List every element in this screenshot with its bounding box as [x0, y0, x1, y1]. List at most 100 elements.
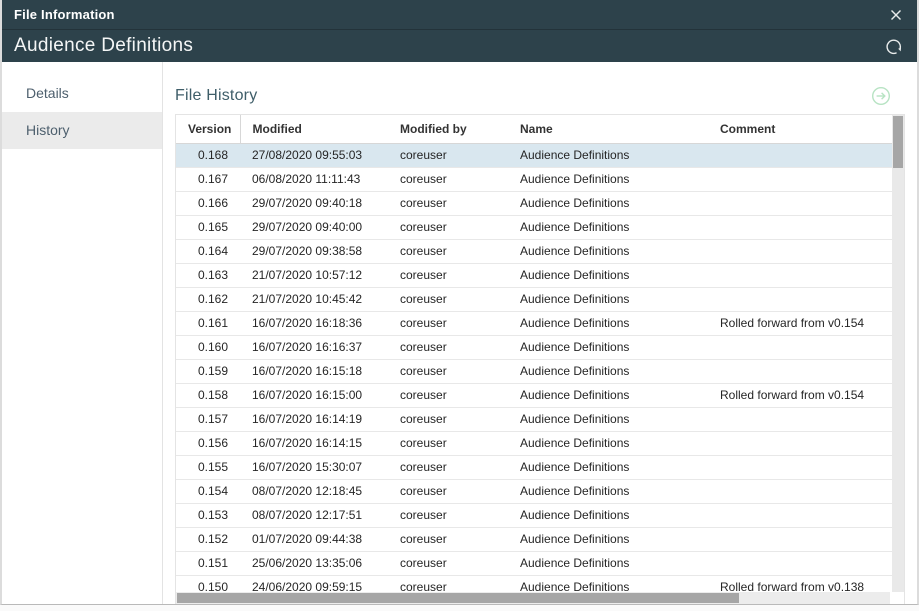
cell-modified-by: coreuser: [388, 455, 508, 479]
section-title: File History: [175, 87, 257, 105]
cell-comment: [708, 407, 904, 431]
cell-comment: [708, 527, 904, 551]
cell-modified-by: coreuser: [388, 239, 508, 263]
cell-comment: [708, 431, 904, 455]
table-row[interactable]: 0.16221/07/2020 10:45:42coreuserAudience…: [176, 287, 904, 311]
table-row[interactable]: 0.16321/07/2020 10:57:12coreuserAudience…: [176, 263, 904, 287]
cell-version: 0.154: [176, 479, 240, 503]
cell-modified: 21/07/2020 10:57:12: [240, 263, 388, 287]
cell-version: 0.166: [176, 191, 240, 215]
table-row[interactable]: 0.15201/07/2020 09:44:38coreuserAudience…: [176, 527, 904, 551]
table-row[interactable]: 0.15716/07/2020 16:14:19coreuserAudience…: [176, 407, 904, 431]
cell-version: 0.159: [176, 359, 240, 383]
cell-version: 0.155: [176, 455, 240, 479]
cell-modified: 06/08/2020 11:11:43: [240, 167, 388, 191]
cell-comment: [708, 167, 904, 191]
file-history-table: VersionModifiedModified byNameComment 0.…: [176, 115, 904, 600]
table-body: 0.16827/08/2020 09:55:03coreuserAudience…: [176, 143, 904, 599]
file-name-title: Audience Definitions: [14, 35, 193, 57]
cell-modified-by: coreuser: [388, 215, 508, 239]
cell-name: Audience Definitions: [508, 551, 708, 575]
cell-modified-by: coreuser: [388, 527, 508, 551]
table-row[interactable]: 0.15408/07/2020 12:18:45coreuserAudience…: [176, 479, 904, 503]
vertical-scrollbar-thumb[interactable]: [893, 116, 903, 168]
cell-comment: [708, 455, 904, 479]
cell-version: 0.158: [176, 383, 240, 407]
table-header-row: VersionModifiedModified byNameComment: [176, 115, 904, 143]
table-row[interactable]: 0.16016/07/2020 16:16:37coreuserAudience…: [176, 335, 904, 359]
table-row[interactable]: 0.15125/06/2020 13:35:06coreuserAudience…: [176, 551, 904, 575]
cell-version: 0.164: [176, 239, 240, 263]
close-icon[interactable]: [887, 6, 905, 24]
tab-details[interactable]: Details: [2, 75, 162, 112]
table-row[interactable]: 0.15308/07/2020 12:17:51coreuserAudience…: [176, 503, 904, 527]
dialog-titlebar: File Information Audience Definitions: [2, 0, 917, 62]
cell-comment: [708, 263, 904, 287]
cell-comment: [708, 215, 904, 239]
cell-version: 0.163: [176, 263, 240, 287]
cell-version: 0.161: [176, 311, 240, 335]
dialog-body: Details History File History VersionModi…: [2, 62, 917, 604]
cell-name: Audience Definitions: [508, 431, 708, 455]
cell-version: 0.160: [176, 335, 240, 359]
section-header: File History: [175, 62, 905, 114]
vertical-scrollbar[interactable]: [892, 115, 904, 592]
cell-modified: 29/07/2020 09:40:00: [240, 215, 388, 239]
cell-modified-by: coreuser: [388, 335, 508, 359]
table-row[interactable]: 0.16706/08/2020 11:11:43coreuserAudience…: [176, 167, 904, 191]
column-header-version[interactable]: Version: [176, 115, 240, 143]
table-row[interactable]: 0.15816/07/2020 16:15:00coreuserAudience…: [176, 383, 904, 407]
main-panel: File History VersionModifiedModified byN…: [163, 62, 917, 604]
cell-name: Audience Definitions: [508, 383, 708, 407]
table-row[interactable]: 0.16629/07/2020 09:40:18coreuserAudience…: [176, 191, 904, 215]
cell-comment: [708, 359, 904, 383]
cell-name: Audience Definitions: [508, 335, 708, 359]
cell-comment: [708, 503, 904, 527]
column-header-comment[interactable]: Comment: [708, 115, 904, 143]
file-information-dialog: File Information Audience Definitions: [0, 0, 919, 605]
column-header-name[interactable]: Name: [508, 115, 708, 143]
cell-modified: 08/07/2020 12:18:45: [240, 479, 388, 503]
cell-version: 0.152: [176, 527, 240, 551]
table-row[interactable]: 0.15616/07/2020 16:14:15coreuserAudience…: [176, 431, 904, 455]
cell-modified-by: coreuser: [388, 359, 508, 383]
cell-modified: 16/07/2020 16:14:19: [240, 407, 388, 431]
table-row[interactable]: 0.16827/08/2020 09:55:03coreuserAudience…: [176, 143, 904, 167]
cell-name: Audience Definitions: [508, 239, 708, 263]
cell-modified: 16/07/2020 16:15:18: [240, 359, 388, 383]
table-row[interactable]: 0.16116/07/2020 16:18:36coreuserAudience…: [176, 311, 904, 335]
cell-comment: [708, 479, 904, 503]
cell-modified-by: coreuser: [388, 191, 508, 215]
cell-version: 0.167: [176, 167, 240, 191]
cell-modified: 29/07/2020 09:40:18: [240, 191, 388, 215]
table-row[interactable]: 0.16529/07/2020 09:40:00coreuserAudience…: [176, 215, 904, 239]
table-row[interactable]: 0.16429/07/2020 09:38:58coreuserAudience…: [176, 239, 904, 263]
cell-name: Audience Definitions: [508, 503, 708, 527]
cell-modified-by: coreuser: [388, 479, 508, 503]
cell-comment: [708, 239, 904, 263]
cell-name: Audience Definitions: [508, 167, 708, 191]
cell-name: Audience Definitions: [508, 143, 708, 167]
cell-comment: [708, 335, 904, 359]
arrow-right-circle-icon[interactable]: [869, 84, 893, 108]
horizontal-scrollbar-thumb[interactable]: [177, 593, 739, 603]
cell-name: Audience Definitions: [508, 527, 708, 551]
cell-modified-by: coreuser: [388, 383, 508, 407]
dialog-title: File Information: [14, 7, 115, 22]
cell-name: Audience Definitions: [508, 263, 708, 287]
cell-name: Audience Definitions: [508, 215, 708, 239]
cell-version: 0.153: [176, 503, 240, 527]
column-header-modified[interactable]: Modified: [240, 115, 388, 143]
table-row[interactable]: 0.15516/07/2020 15:30:07coreuserAudience…: [176, 455, 904, 479]
cell-name: Audience Definitions: [508, 191, 708, 215]
cell-version: 0.157: [176, 407, 240, 431]
horizontal-scrollbar[interactable]: [176, 592, 904, 604]
cell-comment: [708, 191, 904, 215]
table-row[interactable]: 0.15916/07/2020 16:15:18coreuserAudience…: [176, 359, 904, 383]
cell-modified-by: coreuser: [388, 407, 508, 431]
tab-history[interactable]: History: [2, 112, 162, 149]
cell-comment: [708, 551, 904, 575]
refresh-icon[interactable]: [884, 36, 905, 57]
cell-modified-by: coreuser: [388, 167, 508, 191]
column-header-modified-by[interactable]: Modified by: [388, 115, 508, 143]
